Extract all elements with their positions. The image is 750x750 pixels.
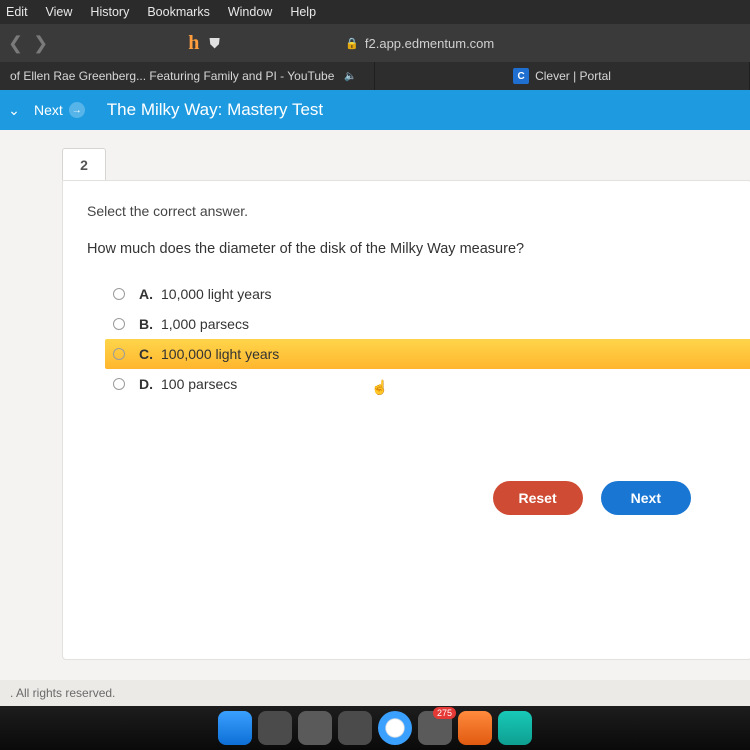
dock-app-icon[interactable] (298, 711, 332, 745)
choice-b[interactable]: B. 1,000 parsecs (105, 309, 727, 339)
radio-icon[interactable] (113, 318, 125, 330)
choice-text: 10,000 light years (161, 286, 272, 302)
forward-button[interactable]: ❯ (33, 33, 48, 54)
collapse-chevron-icon[interactable]: ⌄ (0, 102, 28, 119)
sound-icon[interactable]: 🔈 (344, 71, 356, 82)
next-button[interactable]: Next (601, 481, 691, 515)
browser-tabstrip: of Ellen Rae Greenberg... Featuring Fami… (0, 62, 750, 90)
dock-mail-icon[interactable] (418, 711, 452, 745)
mac-menubar: Edit View History Bookmarks Window Help (0, 0, 750, 24)
question-panel: Select the correct answer. How much does… (62, 180, 750, 660)
clever-favicon: C (513, 68, 529, 84)
choice-letter: C. (139, 346, 161, 362)
choice-text: 100 parsecs (161, 376, 237, 392)
next-label: Next (34, 102, 63, 118)
dock-safari-icon[interactable] (378, 711, 412, 745)
question-stem: How much does the diameter of the disk o… (87, 241, 727, 257)
content-area: 2 Select the correct answer. How much do… (0, 130, 750, 690)
menu-history[interactable]: History (90, 5, 129, 19)
question-number-tab[interactable]: 2 (62, 148, 106, 180)
mac-dock (0, 706, 750, 750)
url-text: f2.app.edmentum.com (365, 36, 494, 51)
choice-letter: D. (139, 376, 161, 392)
tab-title: Clever | Portal (535, 69, 611, 83)
radio-icon[interactable] (113, 378, 125, 390)
menu-view[interactable]: View (46, 5, 73, 19)
dock-app-icon[interactable] (458, 711, 492, 745)
back-button[interactable]: ❮ (8, 33, 23, 54)
tab-youtube[interactable]: of Ellen Rae Greenberg... Featuring Fami… (0, 62, 375, 90)
browser-toolbar: ❮ ❯ h ⛊ 🔒 f2.app.edmentum.com (0, 24, 750, 62)
arrow-right-icon: → (69, 102, 85, 118)
menu-bookmarks[interactable]: Bookmarks (147, 5, 210, 19)
reset-button[interactable]: Reset (493, 481, 583, 515)
page-title: The Milky Way: Mastery Test (107, 100, 323, 120)
lock-icon: 🔒 (345, 37, 359, 50)
dock-app-icon[interactable] (338, 711, 372, 745)
choice-letter: B. (139, 316, 161, 332)
cursor-pointer-icon: ☝ (371, 379, 388, 396)
address-bar[interactable]: 🔒 f2.app.edmentum.com (345, 36, 494, 51)
choice-text: 1,000 parsecs (161, 316, 249, 332)
shield-icon[interactable]: ⛊ (209, 35, 220, 52)
tab-title: of Ellen Rae Greenberg... Featuring Fami… (10, 69, 334, 83)
footer-text: . All rights reserved. (0, 680, 750, 706)
honey-extension-icon[interactable]: h (188, 32, 199, 55)
choice-letter: A. (139, 286, 161, 302)
radio-icon[interactable] (113, 288, 125, 300)
menu-edit[interactable]: Edit (6, 5, 28, 19)
dock-finder-icon[interactable] (218, 711, 252, 745)
dock-app-icon[interactable] (498, 711, 532, 745)
next-activity-button[interactable]: Next → (34, 102, 85, 118)
choice-d[interactable]: D. 100 parsecs (105, 369, 727, 399)
choice-c[interactable]: C. 100,000 light years (105, 339, 750, 369)
dock-app-icon[interactable] (258, 711, 292, 745)
instruction-text: Select the correct answer. (87, 203, 727, 219)
tab-clever[interactable]: C Clever | Portal (375, 62, 750, 90)
app-header: ⌄ Next → The Milky Way: Mastery Test (0, 90, 750, 130)
radio-icon[interactable] (113, 348, 125, 360)
choice-a[interactable]: A. 10,000 light years (105, 279, 727, 309)
menu-help[interactable]: Help (290, 5, 316, 19)
menu-window[interactable]: Window (228, 5, 272, 19)
choice-text: 100,000 light years (161, 346, 279, 362)
